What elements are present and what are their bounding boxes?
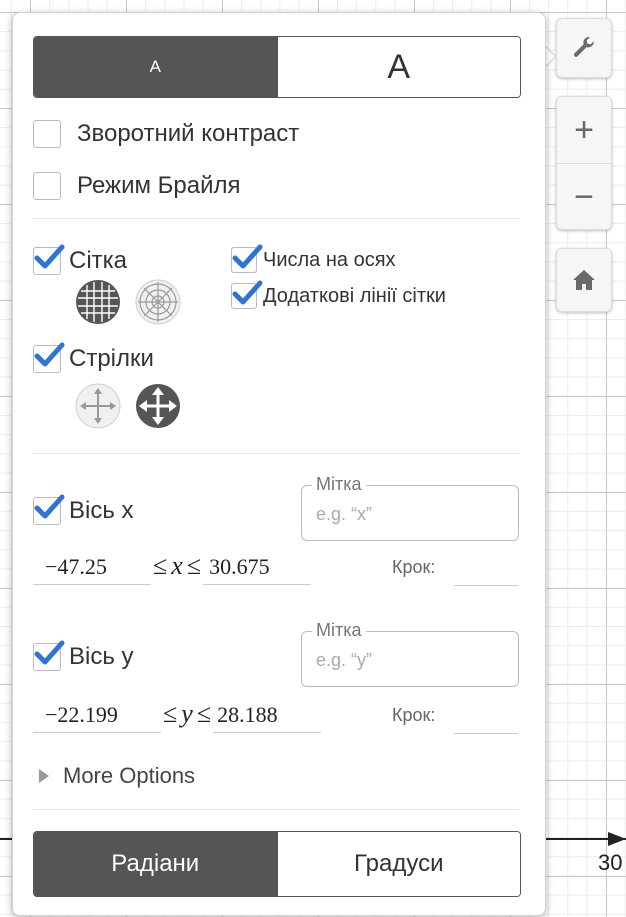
arrows-none-icon[interactable] bbox=[75, 383, 121, 429]
graph-settings-panel: A A Зворотний контраст Режим Брайля Сітк… bbox=[12, 12, 546, 916]
rectangular-grid-icon[interactable] bbox=[75, 279, 121, 325]
checkmark-icon bbox=[34, 342, 65, 367]
home-button[interactable] bbox=[556, 248, 612, 312]
grid-label: Сітка bbox=[69, 247, 128, 274]
grid-row[interactable]: Сітка bbox=[33, 244, 128, 275]
x-axis-row[interactable]: Вісь x bbox=[33, 494, 134, 525]
x-axis-label-legend: Мітка bbox=[312, 474, 366, 495]
leq-symbol: ≤ bbox=[163, 699, 178, 728]
x-axis-label: Вісь x bbox=[69, 497, 134, 524]
leq-symbol: ≤ bbox=[196, 699, 212, 728]
wrench-icon bbox=[573, 37, 594, 57]
x-step-label: Крок: bbox=[392, 557, 436, 577]
braille-mode-label: Режим Брайля bbox=[77, 172, 241, 199]
braille-mode-row[interactable]: Режим Брайля bbox=[33, 172, 241, 200]
checkmark-icon bbox=[34, 244, 65, 269]
x-axis-checkbox[interactable] bbox=[33, 494, 65, 525]
axis-numbers-checkbox[interactable] bbox=[231, 244, 263, 273]
checkmark-icon bbox=[34, 640, 65, 665]
checkmark-icon bbox=[34, 494, 65, 519]
reverse-contrast-checkbox[interactable] bbox=[33, 120, 61, 148]
minor-gridlines-checkbox[interactable] bbox=[231, 280, 263, 309]
arrows-both-icon[interactable] bbox=[135, 383, 181, 429]
y-axis-label-legend: Мітка bbox=[312, 620, 366, 641]
braille-mode-checkbox[interactable] bbox=[33, 172, 61, 200]
x-min-input[interactable]: −47.25 bbox=[33, 554, 151, 585]
y-max-input[interactable]: 28.188 bbox=[213, 702, 322, 733]
x-axis-label-field[interactable]: Мітка e.g. “x” bbox=[301, 474, 519, 541]
checkmark-icon bbox=[232, 244, 263, 269]
divider bbox=[33, 809, 519, 810]
axis-numbers-row[interactable]: Числа на осях bbox=[231, 244, 396, 273]
home-icon bbox=[573, 270, 595, 290]
grid-checkbox[interactable] bbox=[33, 244, 65, 275]
polar-grid-icon[interactable] bbox=[135, 279, 181, 325]
y-variable: y bbox=[181, 699, 193, 728]
angle-mode-toggle: Радіани Градуси bbox=[33, 831, 521, 897]
x-axis-label-placeholder: e.g. “x” bbox=[316, 504, 373, 524]
arrows-label: Стрілки bbox=[69, 345, 154, 372]
y-axis-row[interactable]: Вісь y bbox=[33, 640, 134, 671]
triangle-right-icon bbox=[39, 769, 49, 783]
x-max-input[interactable]: 30.675 bbox=[203, 554, 312, 585]
minor-gridlines-row[interactable]: Додаткові лінії сітки bbox=[231, 280, 446, 309]
minor-gridlines-label: Додаткові лінії сітки bbox=[263, 284, 446, 307]
y-axis-label: Вісь y bbox=[69, 643, 134, 670]
radians-option[interactable]: Радіани bbox=[34, 832, 277, 896]
x-axis-bounds: −47.25 ≤ x ≤ 30.675 bbox=[33, 551, 312, 585]
x-axis-arrow bbox=[608, 832, 626, 846]
settings-button[interactable] bbox=[556, 18, 612, 78]
zoom-controls: + − bbox=[556, 96, 612, 230]
reverse-contrast-label: Зворотний контраст bbox=[77, 120, 300, 147]
font-size-small-option[interactable]: A bbox=[34, 37, 277, 97]
leq-symbol: ≤ bbox=[186, 551, 202, 580]
divider bbox=[33, 453, 519, 454]
axis-numbers-label: Числа на осях bbox=[263, 248, 396, 271]
y-axis-checkbox[interactable] bbox=[33, 640, 65, 671]
arrows-row[interactable]: Стрілки bbox=[33, 342, 154, 373]
y-min-input[interactable]: −22.199 bbox=[33, 702, 161, 733]
font-size-toggle: A A bbox=[33, 36, 521, 98]
x-tick-label: 30 bbox=[598, 850, 623, 875]
y-step-label: Крок: bbox=[392, 705, 436, 725]
more-options-toggle[interactable]: More Options bbox=[39, 763, 195, 789]
x-step-input[interactable] bbox=[454, 555, 518, 586]
divider bbox=[33, 218, 519, 219]
font-size-large-option[interactable]: A bbox=[276, 37, 520, 97]
zoom-in-button[interactable]: + bbox=[557, 97, 611, 163]
y-step-input[interactable] bbox=[454, 703, 518, 734]
y-axis-bounds: −22.199 ≤ y ≤ 28.188 bbox=[33, 699, 322, 733]
leq-symbol: ≤ bbox=[153, 551, 168, 580]
x-variable: x bbox=[171, 551, 183, 580]
y-axis-label-placeholder: e.g. “y” bbox=[316, 650, 373, 670]
reverse-contrast-row[interactable]: Зворотний контраст bbox=[33, 120, 299, 148]
more-options-label: More Options bbox=[63, 763, 196, 788]
arrows-checkbox[interactable] bbox=[33, 342, 65, 373]
degrees-option[interactable]: Градуси bbox=[276, 832, 520, 896]
y-axis-label-field[interactable]: Мітка e.g. “y” bbox=[301, 620, 519, 687]
zoom-out-button[interactable]: − bbox=[557, 163, 611, 229]
checkmark-icon bbox=[232, 280, 263, 305]
